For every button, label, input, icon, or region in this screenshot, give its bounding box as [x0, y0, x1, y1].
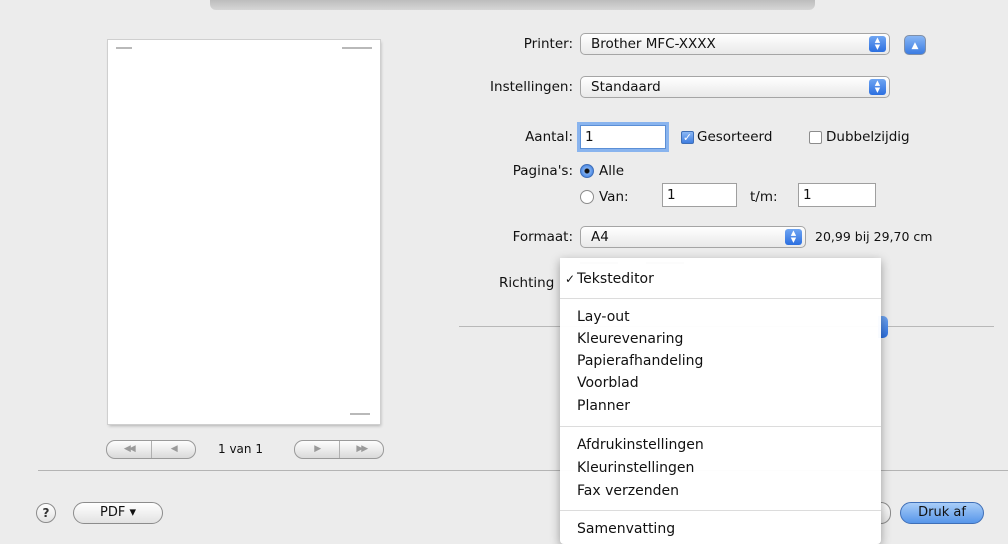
- triangle-up-icon[interactable]: ▲: [904, 35, 926, 55]
- pages-all-label: Alle: [599, 163, 625, 179]
- paper-dimensions: 20,99 bij 29,70 cm: [815, 229, 933, 244]
- menu-item-afdrukinstellingen[interactable]: Afdrukinstellingen: [577, 434, 704, 456]
- updown-arrows-icon: ▲ ▼: [869, 36, 886, 52]
- previous-page-button[interactable]: ◀: [150, 441, 196, 458]
- first-page-button[interactable]: ◀◀: [107, 441, 151, 458]
- preview-footer: [350, 413, 370, 415]
- cancel-button-edge[interactable]: [881, 502, 891, 524]
- paper-size-popup[interactable]: A4 ▲ ▼: [580, 226, 806, 248]
- printer-value: Brother MFC-XXXX: [591, 36, 716, 52]
- two-sided-label: Dubbelzijdig: [826, 129, 910, 145]
- pdf-button[interactable]: PDF ▾: [73, 502, 163, 524]
- menu-item-fax-verzenden[interactable]: Fax verzenden: [577, 480, 679, 502]
- copies-label: Aantal:: [525, 129, 573, 145]
- pages-to-label: t/m:: [750, 189, 778, 205]
- paper-size-value: A4: [591, 229, 609, 245]
- window-top-edge: [210, 0, 815, 10]
- menu-item-layout[interactable]: Lay-out: [577, 306, 630, 328]
- next-page-button[interactable]: ▶: [295, 441, 339, 458]
- preview-back-navigation: ◀◀ ◀: [106, 440, 196, 459]
- pages-from-field[interactable]: 1: [662, 183, 737, 207]
- page-indicator: 1 van 1: [218, 442, 263, 456]
- section-menu: Teksteditor Lay-out Kleurevenaring Papie…: [560, 258, 881, 544]
- pages-label: Pagina's:: [512, 163, 573, 179]
- print-button[interactable]: Druk af: [900, 502, 984, 524]
- menu-item-samenvatting[interactable]: Samenvatting: [577, 518, 675, 540]
- copies-field[interactable]: 1: [580, 125, 666, 149]
- presets-label: Instellingen:: [490, 79, 573, 95]
- preview-header-left: [116, 47, 132, 49]
- question-icon[interactable]: ?: [36, 503, 56, 523]
- menu-item-kleurinstellingen[interactable]: Kleurinstellingen: [577, 457, 694, 479]
- pages-range-radio[interactable]: [580, 190, 594, 204]
- collated-checkbox[interactable]: ✓: [681, 131, 694, 144]
- menu-separator: [560, 426, 881, 427]
- menu-item-planner[interactable]: Planner: [577, 395, 630, 417]
- collated-label: Gesorteerd: [697, 129, 773, 145]
- updown-arrows-icon: ▲ ▼: [869, 79, 886, 95]
- presets-popup[interactable]: Standaard ▲ ▼: [580, 76, 890, 98]
- preview-header-right: [342, 47, 372, 49]
- printer-popup[interactable]: Brother MFC-XXXX ▲ ▼: [580, 33, 890, 55]
- menu-item-teksteditor[interactable]: Teksteditor: [565, 268, 654, 290]
- menu-item-kleurevenaring[interactable]: Kleurevenaring: [577, 328, 683, 350]
- two-sided-checkbox[interactable]: [809, 131, 822, 144]
- printer-label: Printer:: [523, 36, 573, 52]
- pages-all-radio[interactable]: [580, 164, 594, 178]
- last-page-button[interactable]: ▶▶: [338, 441, 384, 458]
- orientation-label: Richting: [499, 275, 555, 291]
- menu-item-voorblad[interactable]: Voorblad: [577, 372, 639, 394]
- presets-value: Standaard: [591, 79, 661, 95]
- pages-from-label: Van:: [599, 189, 629, 205]
- menu-item-papierafhandeling[interactable]: Papierafhandeling: [577, 350, 703, 372]
- menu-separator: [560, 510, 881, 511]
- menu-separator: [560, 298, 881, 299]
- pages-to-field[interactable]: 1: [798, 183, 876, 207]
- updown-arrows-icon: ▲ ▼: [785, 229, 802, 245]
- preview-forward-navigation: ▶ ▶▶: [294, 440, 384, 459]
- paper-size-label: Formaat:: [512, 229, 573, 245]
- page-preview: [108, 40, 380, 424]
